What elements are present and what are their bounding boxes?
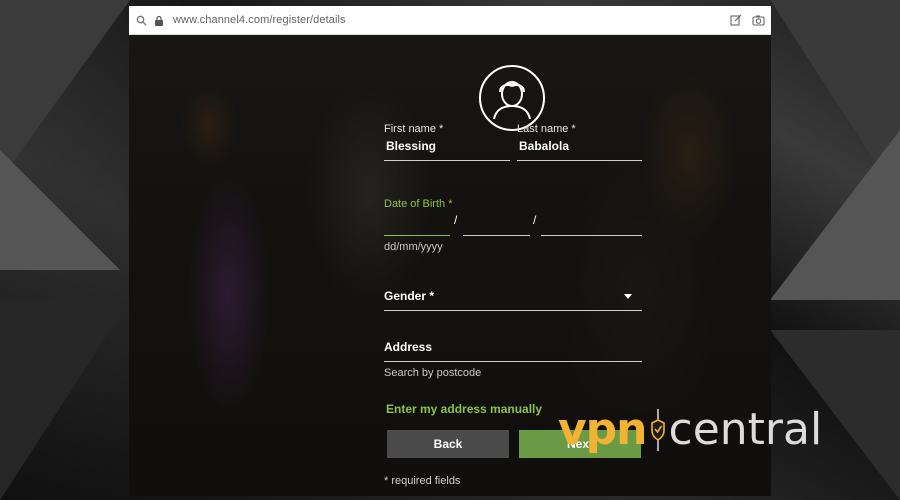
address-bar[interactable]: www.channel4.com/register/details — [129, 6, 771, 35]
vpncentral-watermark: vpn central — [558, 405, 822, 455]
enter-address-manually-link[interactable]: Enter my address manually — [386, 402, 542, 416]
address-input[interactable]: Address — [384, 340, 432, 354]
first-name-underline — [384, 160, 510, 161]
address-hint: Search by postcode — [384, 367, 482, 379]
dob-separator: / — [454, 213, 458, 227]
last-name-label: Last name * — [517, 123, 576, 135]
user-avatar-icon — [479, 65, 545, 131]
dob-day-input[interactable] — [384, 235, 450, 236]
dob-month-input[interactable] — [463, 235, 530, 236]
search-icon[interactable] — [135, 14, 147, 26]
address-underline — [384, 361, 642, 362]
dob-label: Date of Birth * — [384, 198, 453, 210]
dob-format-hint: dd/mm/yyyy — [384, 241, 443, 253]
background-shape — [0, 300, 130, 500]
last-name-underline — [517, 160, 642, 161]
first-name-label: First name * — [384, 123, 444, 135]
edit-icon[interactable] — [730, 13, 742, 31]
dob-year-input[interactable] — [541, 235, 642, 236]
last-name-input[interactable]: Babalola — [519, 139, 569, 153]
gender-underline — [384, 310, 642, 311]
watermark-brand-right: central — [668, 404, 823, 455]
url-text[interactable]: www.channel4.com/register/details — [173, 14, 346, 26]
dropdown-caret-icon[interactable] — [624, 294, 632, 299]
shield-icon — [650, 405, 665, 455]
lock-icon — [153, 14, 165, 26]
gender-select[interactable]: Gender * — [384, 289, 434, 303]
first-name-input[interactable]: Blessing — [386, 139, 436, 153]
camera-icon[interactable] — [752, 13, 765, 31]
required-fields-note: * required fields — [384, 475, 461, 487]
watermark-brand-left: vpn — [558, 404, 648, 455]
background-shape — [770, 130, 900, 300]
dob-separator: / — [533, 213, 537, 227]
back-button[interactable]: Back — [387, 430, 509, 458]
background-shape — [0, 150, 120, 270]
